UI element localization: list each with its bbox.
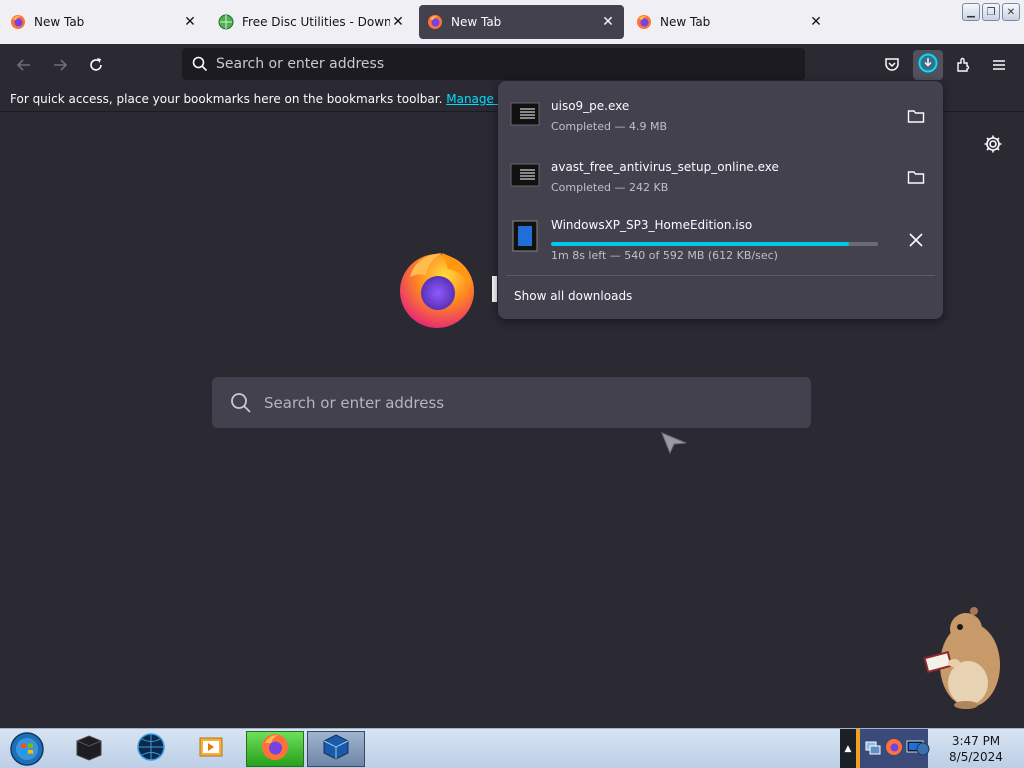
- tab-strip: New Tab ✕ Free Disc Utilities - Download…: [0, 0, 1024, 44]
- search-icon: [192, 56, 208, 76]
- search-icon: [230, 392, 252, 418]
- tab-new-tab-4[interactable]: New Tab ✕: [628, 5, 832, 39]
- firefox-icon: [636, 14, 652, 30]
- exe-file-icon: [510, 99, 540, 129]
- dark-box-app-icon: [74, 733, 104, 765]
- content-search-box[interactable]: Search or enter address: [212, 377, 811, 428]
- bookmarks-message: For quick access, place your bookmarks h…: [10, 92, 443, 106]
- start-orb-icon[interactable]: [6, 731, 48, 767]
- download-item-in-progress[interactable]: WindowsXP_SP3_HomeEdition.iso 1m 8s left…: [506, 210, 935, 266]
- exe-file-icon: [510, 160, 540, 190]
- tray-overflow-icon[interactable]: ▲: [840, 729, 856, 768]
- downloads-divider: [506, 275, 935, 276]
- content-search-placeholder: Search or enter address: [264, 393, 445, 412]
- iso-file-icon: [510, 220, 540, 252]
- folder-icon[interactable]: [906, 106, 926, 126]
- system-tray: ▲: [840, 729, 928, 768]
- gear-icon[interactable]: [983, 134, 1003, 154]
- taskbar-dark-box-app[interactable]: [60, 731, 118, 767]
- close-window-icon[interactable]: ✕: [1002, 3, 1020, 21]
- mouse-cursor-icon: [660, 431, 688, 459]
- tab-free-disc-utilities[interactable]: Free Disc Utilities - Download ✕: [210, 5, 414, 39]
- globe-app-icon: [136, 732, 166, 766]
- tab-close-icon[interactable]: ✕: [182, 14, 198, 30]
- tab-title: New Tab: [660, 15, 711, 29]
- tab-close-icon[interactable]: ✕: [600, 14, 616, 30]
- taskbar-globe-app[interactable]: [122, 731, 180, 767]
- pocket-icon[interactable]: [881, 54, 903, 76]
- download-item[interactable]: uiso9_pe.exe Completed — 4.9 MB: [506, 89, 935, 145]
- taskbar-virtualbox[interactable]: [307, 731, 365, 767]
- firefox-wordmark: [492, 276, 497, 302]
- downloads-button[interactable]: [913, 50, 943, 80]
- taskbar: ▲ 3:47 PM 8/5/2024: [0, 728, 1024, 768]
- tab-title: Free Disc Utilities - Download: [242, 15, 390, 29]
- download-filename: WindowsXP_SP3_HomeEdition.iso: [551, 218, 753, 232]
- window-controls: ▁ ❐ ✕: [962, 3, 1020, 21]
- download-filename: avast_free_antivirus_setup_online.exe: [551, 160, 779, 174]
- back-arrow-icon[interactable]: [13, 54, 35, 76]
- download-progress-bar: [551, 242, 878, 246]
- network-icon[interactable]: [864, 738, 882, 760]
- download-item[interactable]: avast_free_antivirus_setup_online.exe Co…: [506, 150, 935, 206]
- media-player-icon: [197, 733, 225, 765]
- show-all-downloads-button[interactable]: Show all downloads: [514, 289, 632, 303]
- globe-icon: [218, 14, 234, 30]
- firefox-icon: [10, 14, 26, 30]
- url-bar-placeholder: Search or enter address: [216, 56, 385, 72]
- firefox-icon: [260, 732, 290, 766]
- reload-icon[interactable]: [85, 54, 107, 76]
- volume-icon[interactable]: [916, 741, 930, 761]
- clock-date: 8/5/2024: [949, 750, 1003, 764]
- forward-arrow-icon[interactable]: [49, 54, 71, 76]
- firefox-logo-icon: [396, 247, 478, 329]
- url-bar[interactable]: Search or enter address: [182, 48, 805, 80]
- tab-title: New Tab: [451, 15, 502, 29]
- restore-icon[interactable]: ❐: [982, 3, 1000, 21]
- download-progress-fill: [551, 242, 850, 246]
- folder-icon[interactable]: [906, 167, 926, 187]
- download-progress-icon: [918, 53, 938, 77]
- virtualbox-icon: [321, 732, 351, 766]
- tab-title: New Tab: [34, 15, 85, 29]
- tab-new-tab-1[interactable]: New Tab ✕: [2, 5, 206, 39]
- extensions-icon[interactable]: [953, 54, 975, 76]
- download-status: Completed — 4.9 MB: [551, 120, 668, 133]
- screen: New Tab ✕ Free Disc Utilities - Download…: [0, 0, 1024, 768]
- firefox-tray-icon[interactable]: [885, 738, 903, 760]
- minimize-icon[interactable]: ▁: [962, 3, 980, 21]
- tab-close-icon[interactable]: ✕: [808, 14, 824, 30]
- download-status: Completed — 242 KB: [551, 181, 669, 194]
- downloads-panel: uiso9_pe.exe Completed — 4.9 MB avast_fr…: [498, 81, 943, 319]
- hamster-mascot-image: [920, 603, 1010, 715]
- clock-time: 3:47 PM: [951, 734, 1001, 748]
- system-clock[interactable]: 3:47 PM 8/5/2024: [930, 733, 1022, 765]
- taskbar-media-player[interactable]: [182, 731, 240, 767]
- taskbar-firefox[interactable]: [246, 731, 304, 767]
- close-icon[interactable]: [906, 230, 926, 250]
- download-status: 1m 8s left — 540 of 592 MB (612 KB/sec): [551, 249, 778, 262]
- tab-new-tab-active[interactable]: New Tab ✕: [419, 5, 624, 39]
- download-filename: uiso9_pe.exe: [551, 99, 630, 113]
- firefox-icon: [427, 14, 443, 30]
- menu-hamburger-icon[interactable]: [988, 54, 1010, 76]
- tab-close-icon[interactable]: ✕: [390, 14, 406, 30]
- navigation-toolbar: Search or enter address: [0, 44, 1024, 86]
